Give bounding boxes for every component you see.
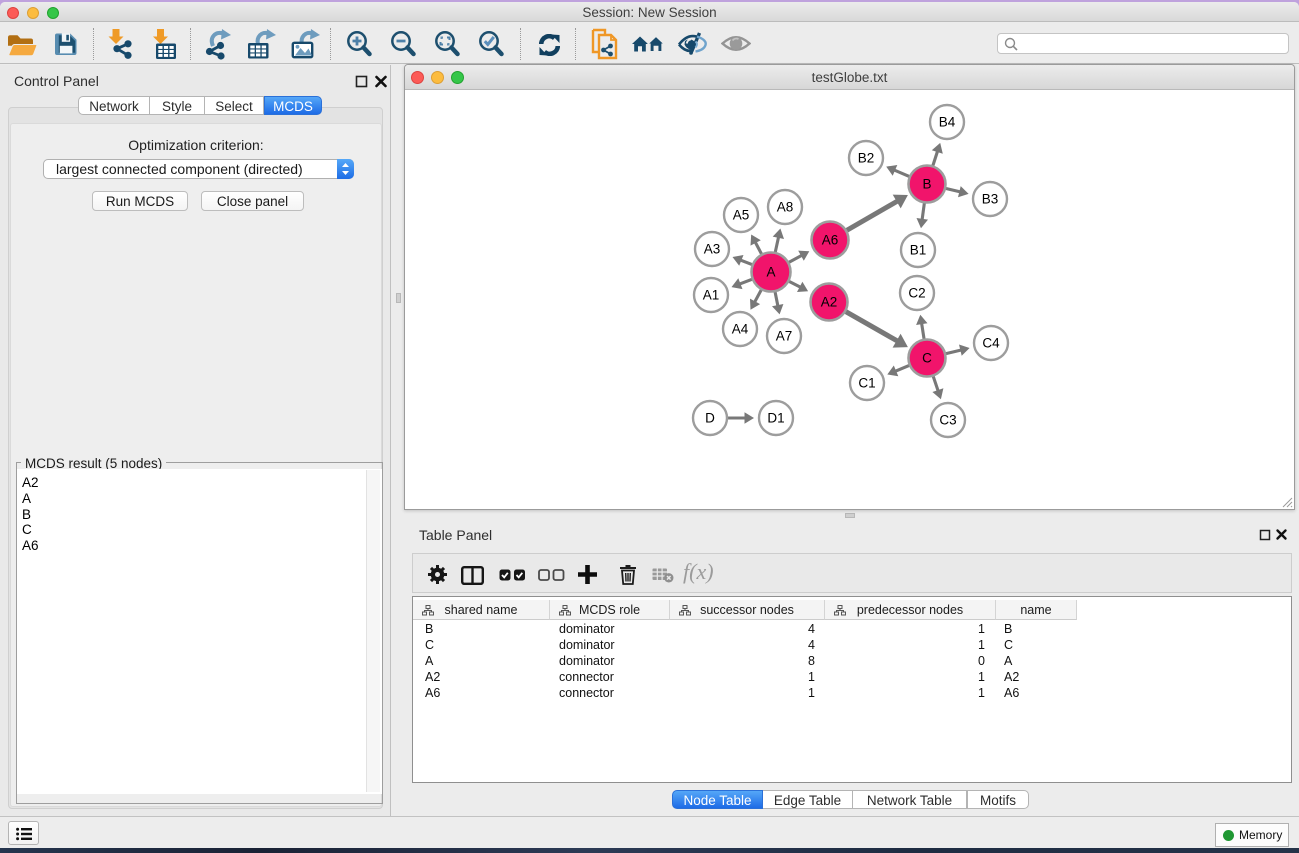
svg-text:C1: C1 bbox=[858, 376, 875, 391]
svg-text:A2: A2 bbox=[821, 295, 838, 310]
svg-text:A: A bbox=[766, 265, 775, 280]
svg-text:B1: B1 bbox=[910, 243, 927, 258]
svg-text:A8: A8 bbox=[777, 200, 794, 215]
svg-text:C2: C2 bbox=[908, 286, 925, 301]
svg-text:A7: A7 bbox=[776, 329, 793, 344]
svg-text:D: D bbox=[705, 411, 715, 426]
svg-text:A4: A4 bbox=[732, 322, 749, 337]
svg-text:A1: A1 bbox=[703, 288, 720, 303]
svg-text:C: C bbox=[922, 351, 932, 366]
svg-text:A6: A6 bbox=[822, 233, 839, 248]
svg-text:B4: B4 bbox=[939, 115, 956, 130]
svg-text:B2: B2 bbox=[858, 151, 875, 166]
svg-text:C3: C3 bbox=[939, 413, 956, 428]
svg-text:D1: D1 bbox=[767, 411, 784, 426]
svg-text:B: B bbox=[922, 177, 931, 192]
svg-text:B3: B3 bbox=[982, 192, 999, 207]
svg-text:A5: A5 bbox=[733, 208, 750, 223]
svg-text:A3: A3 bbox=[704, 242, 721, 257]
svg-text:C4: C4 bbox=[982, 336, 1000, 351]
